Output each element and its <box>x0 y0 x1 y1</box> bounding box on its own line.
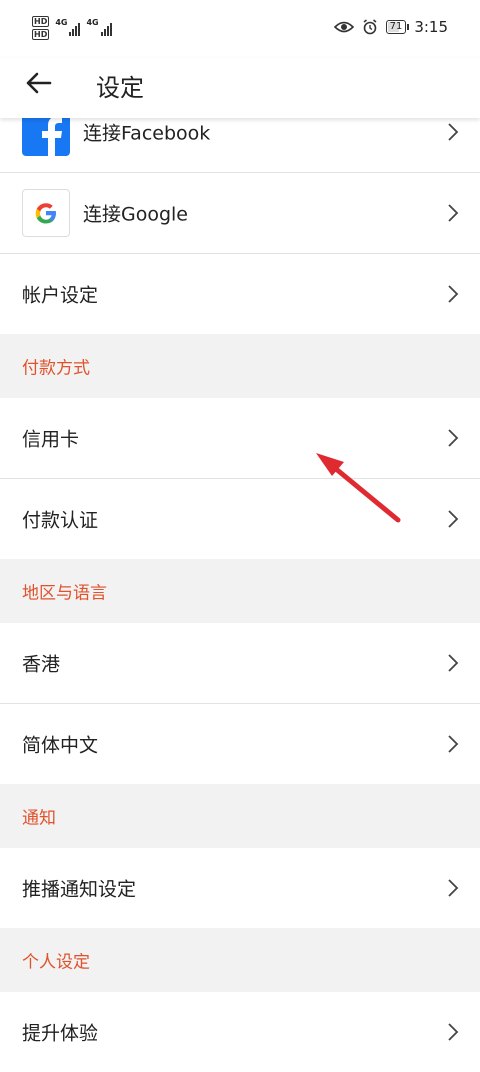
section-header-region: 地区与语言 <box>0 559 480 623</box>
section-header-notify: 通知 <box>0 784 480 848</box>
signal-2: 4G <box>86 18 112 36</box>
chevron-right-icon <box>448 879 459 897</box>
status-bar: HD HD 4G 4G 71 3:15 <box>0 0 480 58</box>
status-left: HD HD 4G 4G <box>32 16 112 40</box>
signal-bar <box>103 29 106 36</box>
connect-google-label: 连接Google <box>83 203 189 226</box>
region-row[interactable]: 香港 <box>0 623 480 704</box>
credit-card-label: 信用卡 <box>22 428 80 451</box>
section-header-payment: 付款方式 <box>0 334 480 398</box>
signal-bar <box>69 32 72 36</box>
chevron-right-icon <box>448 285 459 303</box>
battery-level: 71 <box>389 21 403 32</box>
network-type-2: 4G <box>86 18 99 27</box>
signal-bar <box>78 23 81 36</box>
sim2-hd-badge: HD <box>32 29 50 40</box>
clock: 3:15 <box>414 18 448 36</box>
payment-auth-row[interactable]: 付款认证 <box>0 479 480 559</box>
credit-card-row[interactable]: 信用卡 <box>0 398 480 479</box>
section-title-personal: 个人设定 <box>22 952 90 973</box>
chevron-right-icon <box>448 1023 459 1041</box>
account-settings-row[interactable]: 帐户设定 <box>0 254 480 334</box>
push-notification-row[interactable]: 推播通知设定 <box>0 848 480 928</box>
chevron-right-icon <box>448 123 459 141</box>
signal-bar <box>72 29 75 36</box>
section-title-payment: 付款方式 <box>22 358 90 379</box>
language-row[interactable]: 简体中文 <box>0 704 480 784</box>
page-title: 设定 <box>96 74 144 102</box>
chevron-right-icon <box>448 429 459 447</box>
section-title-region: 地区与语言 <box>22 583 107 604</box>
status-right: 71 3:15 <box>333 18 448 36</box>
section-header-personal: 个人设定 <box>0 928 480 992</box>
settings-list: 连接Facebook 连接Google 帐户设定 付款方式 信用卡 付款认证 地… <box>0 92 480 1072</box>
signal-bar <box>75 26 78 36</box>
battery-indicator: 71 <box>385 20 410 34</box>
chevron-right-icon <box>448 510 459 528</box>
account-settings-label: 帐户设定 <box>22 284 99 307</box>
sim1-hd-badge: HD <box>32 16 50 27</box>
signal-bar <box>109 23 112 36</box>
region-label: 香港 <box>22 653 61 676</box>
google-icon <box>22 189 70 237</box>
network-type-1: 4G <box>55 18 68 27</box>
alarm-icon <box>363 19 377 35</box>
chevron-right-icon <box>448 735 459 753</box>
signal-1: 4G <box>55 18 81 36</box>
improve-experience-label: 提升体验 <box>22 1022 99 1045</box>
sim-indicators: HD HD <box>32 16 50 40</box>
arrow-left-icon[interactable] <box>24 68 54 98</box>
eye-icon <box>333 21 354 33</box>
improve-experience-row[interactable]: 提升体验 <box>0 992 480 1072</box>
chevron-right-icon <box>448 654 459 672</box>
connect-google-row[interactable]: 连接Google <box>0 173 480 254</box>
chevron-right-icon <box>448 204 459 222</box>
payment-auth-label: 付款认证 <box>22 509 99 532</box>
signal-bar <box>106 26 109 36</box>
push-notification-label: 推播通知设定 <box>22 878 137 901</box>
language-label: 简体中文 <box>22 734 99 757</box>
connect-facebook-label: 连接Facebook <box>83 122 211 145</box>
section-title-notify: 通知 <box>22 808 56 829</box>
app-header: 设定 <box>0 58 480 118</box>
signal-bar <box>100 32 103 36</box>
